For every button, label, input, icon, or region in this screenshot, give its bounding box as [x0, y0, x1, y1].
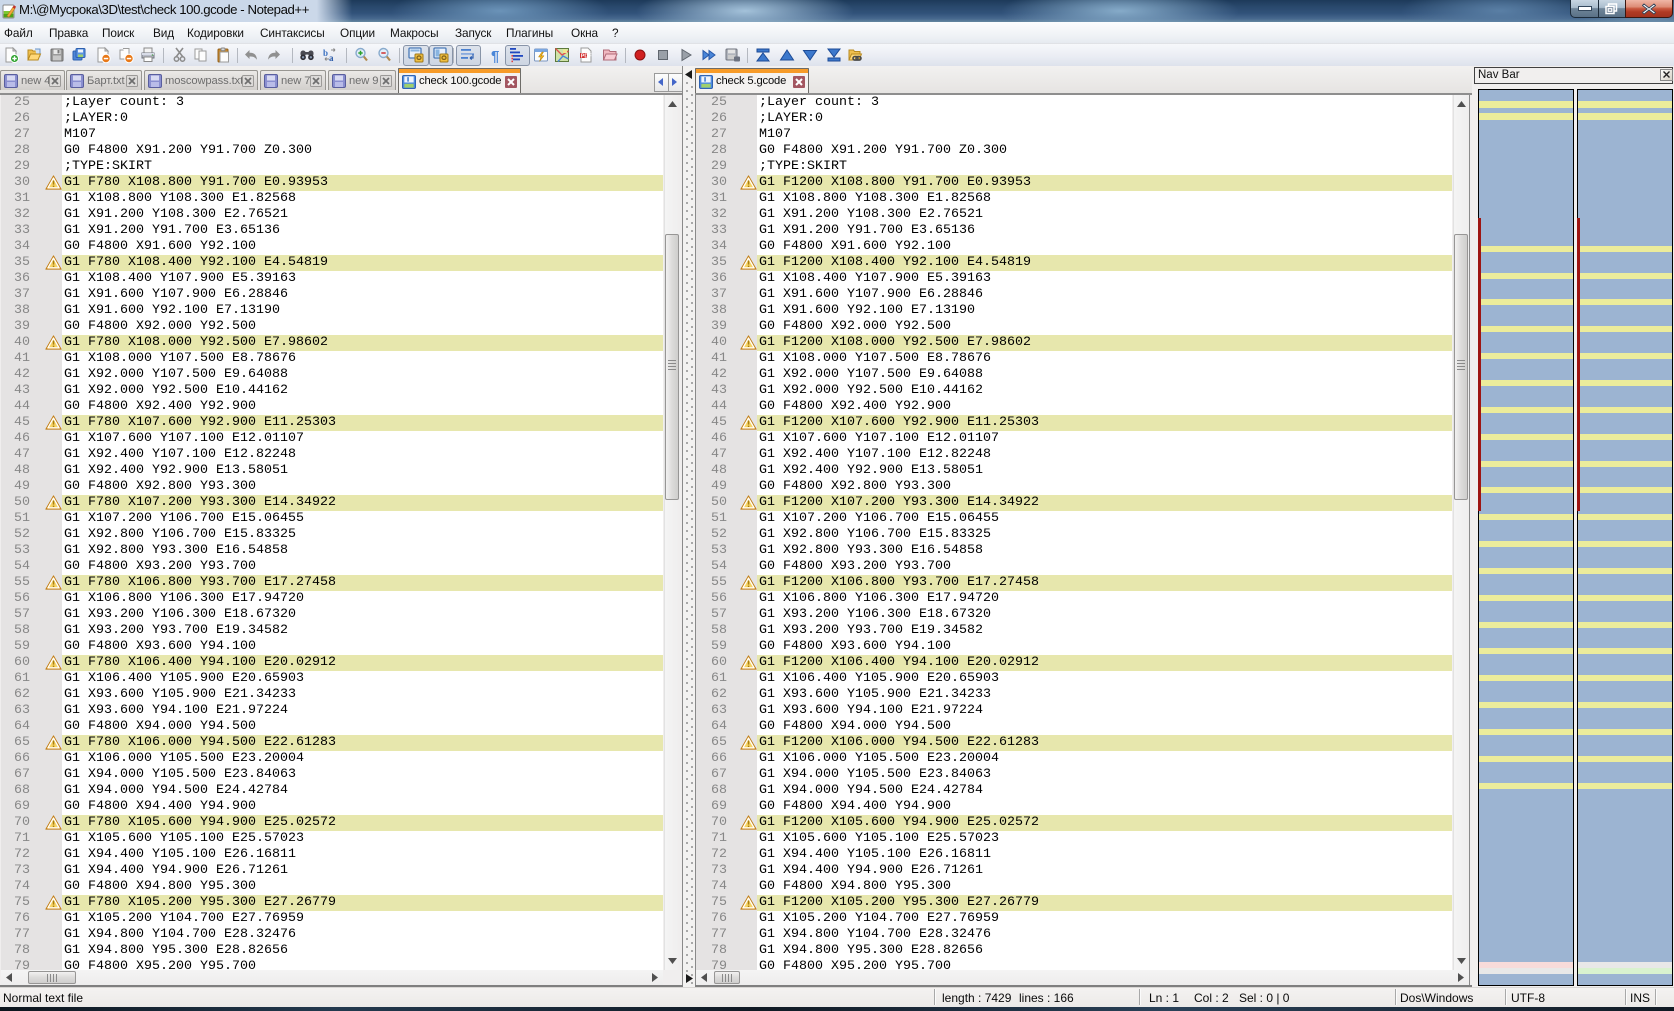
- svg-text:PDF: PDF: [581, 53, 592, 59]
- svg-text:b: b: [323, 48, 328, 58]
- svg-text:¶: ¶: [491, 48, 499, 63]
- svg-text:a: a: [329, 53, 334, 63]
